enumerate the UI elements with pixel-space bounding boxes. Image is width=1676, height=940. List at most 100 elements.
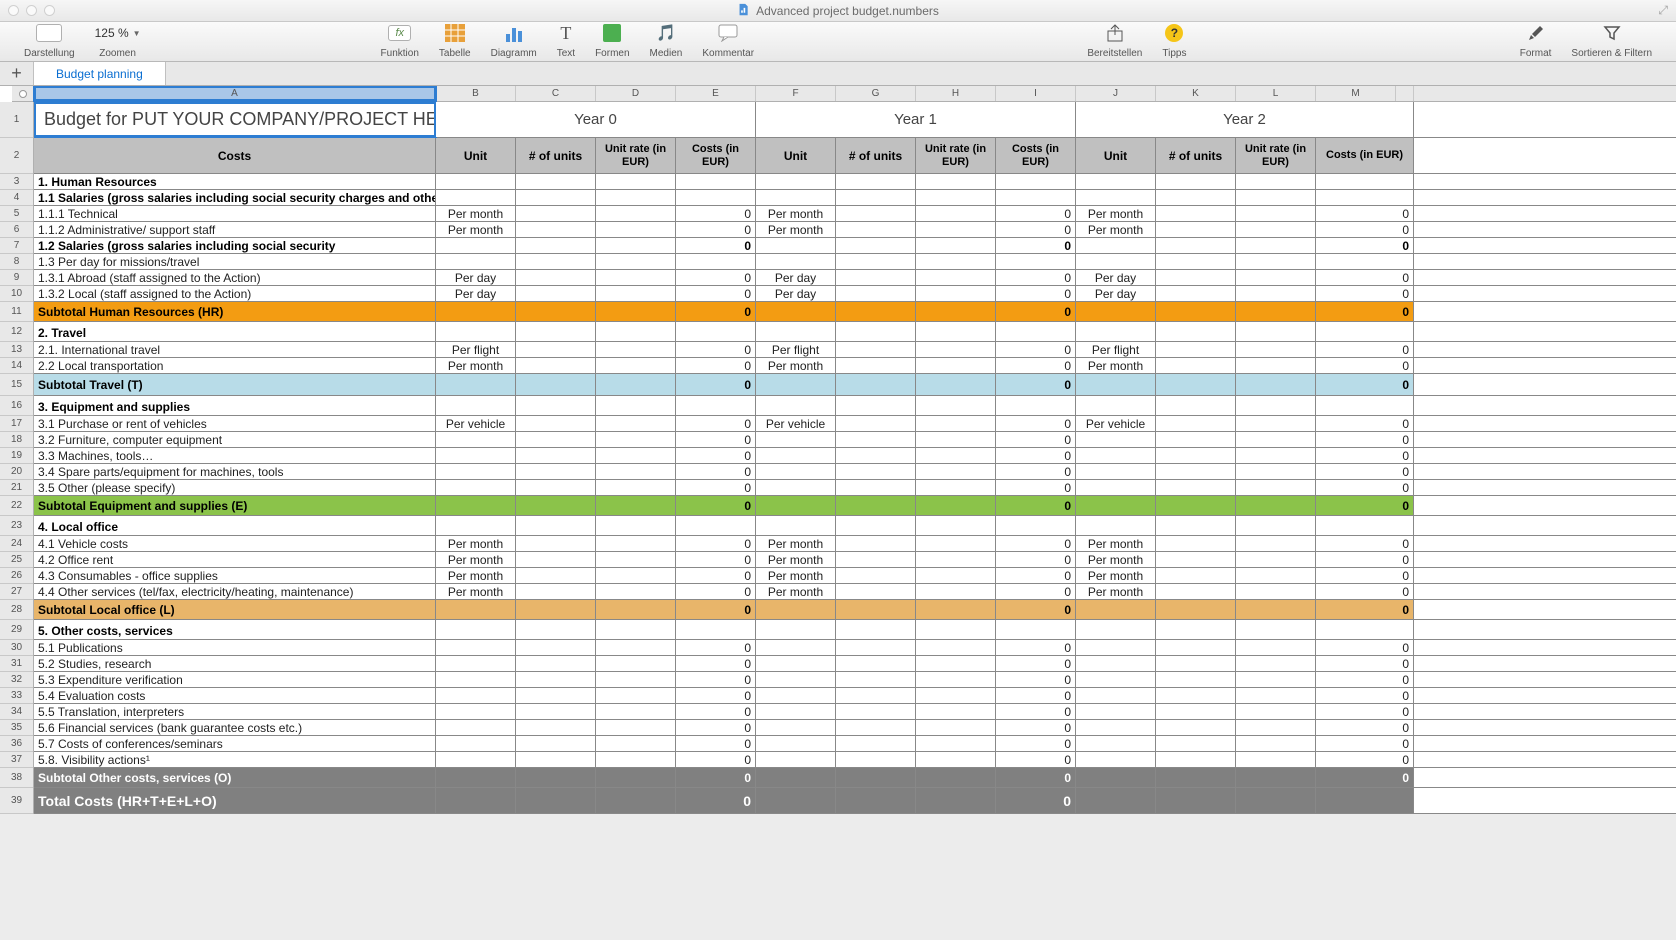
cell[interactable] xyxy=(516,238,596,253)
cell[interactable] xyxy=(436,656,516,671)
cell[interactable] xyxy=(1076,322,1156,341)
cell[interactable] xyxy=(916,432,996,447)
cell[interactable] xyxy=(836,552,916,567)
cell[interactable] xyxy=(756,720,836,735)
cell[interactable] xyxy=(1156,206,1236,221)
cell[interactable] xyxy=(1236,688,1316,703)
cell[interactable]: 2.2 Local transportation xyxy=(34,358,436,373)
col-header-G[interactable]: G xyxy=(836,86,916,101)
cell[interactable] xyxy=(1236,302,1316,321)
row-header-19[interactable]: 19 xyxy=(0,448,33,464)
cell[interactable] xyxy=(756,516,836,535)
cell[interactable] xyxy=(916,416,996,431)
cell[interactable] xyxy=(1156,342,1236,357)
row-header-4[interactable]: 4 xyxy=(0,190,33,206)
cell[interactable] xyxy=(516,788,596,813)
cell[interactable] xyxy=(596,516,676,535)
cell[interactable] xyxy=(676,322,756,341)
cell[interactable]: 0 xyxy=(1316,222,1414,237)
cell[interactable]: 0 xyxy=(1316,720,1414,735)
cell[interactable]: Per month xyxy=(756,536,836,551)
cell[interactable] xyxy=(836,238,916,253)
cell[interactable]: Costs (in EUR) xyxy=(1316,138,1414,173)
cell[interactable] xyxy=(756,464,836,479)
cell[interactable] xyxy=(596,480,676,495)
cell[interactable]: 0 xyxy=(676,672,756,687)
cell[interactable]: 0 xyxy=(1316,374,1414,395)
cell[interactable]: 0 xyxy=(1316,672,1414,687)
cell[interactable]: 0 xyxy=(676,568,756,583)
cell[interactable] xyxy=(1076,620,1156,639)
cell[interactable] xyxy=(596,238,676,253)
cell[interactable] xyxy=(1236,432,1316,447)
cell[interactable] xyxy=(1076,688,1156,703)
cell[interactable]: Year 2 xyxy=(1076,102,1414,137)
cell[interactable] xyxy=(1316,788,1414,813)
cell[interactable]: Per month xyxy=(436,358,516,373)
cell[interactable] xyxy=(1236,374,1316,395)
cell[interactable]: Subtotal Local office (L) xyxy=(34,600,436,619)
col-header-K[interactable]: K xyxy=(1156,86,1236,101)
cell[interactable] xyxy=(1076,448,1156,463)
cell[interactable] xyxy=(916,448,996,463)
cell[interactable] xyxy=(756,656,836,671)
cell[interactable] xyxy=(1236,672,1316,687)
cell[interactable]: 0 xyxy=(676,768,756,787)
cell[interactable] xyxy=(916,480,996,495)
cell[interactable] xyxy=(756,620,836,639)
cell[interactable] xyxy=(1156,416,1236,431)
cell[interactable] xyxy=(436,190,516,205)
cell[interactable]: Costs (in EUR) xyxy=(676,138,756,173)
cell[interactable] xyxy=(916,222,996,237)
cell[interactable] xyxy=(1236,190,1316,205)
cell[interactable]: 0 xyxy=(1316,270,1414,285)
cell[interactable] xyxy=(1156,640,1236,655)
cell[interactable]: 5.2 Studies, research xyxy=(34,656,436,671)
cell[interactable]: 1.3.2 Local (staff assigned to the Actio… xyxy=(34,286,436,301)
cell[interactable] xyxy=(436,736,516,751)
cell[interactable]: 0 xyxy=(1316,238,1414,253)
row-header-36[interactable]: 36 xyxy=(0,736,33,752)
cell[interactable]: 3.3 Machines, tools… xyxy=(34,448,436,463)
cell[interactable] xyxy=(1076,752,1156,767)
comment-button[interactable]: Kommentar xyxy=(692,21,764,61)
cell[interactable]: 0 xyxy=(1316,736,1414,751)
cell[interactable] xyxy=(436,640,516,655)
cell[interactable]: 0 xyxy=(996,342,1076,357)
cell[interactable] xyxy=(836,342,916,357)
cell[interactable] xyxy=(596,342,676,357)
cell[interactable] xyxy=(836,322,916,341)
cell[interactable]: Per vehicle xyxy=(1076,416,1156,431)
cell[interactable] xyxy=(1156,448,1236,463)
cell[interactable] xyxy=(1076,480,1156,495)
cell[interactable]: 0 xyxy=(996,416,1076,431)
cell[interactable] xyxy=(1076,254,1156,269)
cell[interactable] xyxy=(516,752,596,767)
cell[interactable] xyxy=(756,640,836,655)
row-header-16[interactable]: 16 xyxy=(0,396,33,416)
cell[interactable]: 0 xyxy=(996,448,1076,463)
view-button[interactable]: Darstellung xyxy=(14,21,85,61)
cell[interactable] xyxy=(836,374,916,395)
cell[interactable]: Year 0 xyxy=(436,102,756,137)
row-header-17[interactable]: 17 xyxy=(0,416,33,432)
zoom-window-icon[interactable] xyxy=(44,5,55,16)
cell[interactable] xyxy=(596,736,676,751)
cell[interactable]: 4.1 Vehicle costs xyxy=(34,536,436,551)
row-header-21[interactable]: 21 xyxy=(0,480,33,496)
cell[interactable] xyxy=(1236,222,1316,237)
cell[interactable] xyxy=(596,416,676,431)
cell[interactable] xyxy=(1236,238,1316,253)
cell[interactable] xyxy=(516,536,596,551)
row-header-24[interactable]: 24 xyxy=(0,536,33,552)
cell[interactable] xyxy=(836,174,916,189)
shapes-button[interactable]: Formen xyxy=(585,21,639,61)
cell[interactable]: 0 xyxy=(1316,496,1414,515)
cell[interactable]: 0 xyxy=(1316,584,1414,599)
cell[interactable]: 0 xyxy=(1316,416,1414,431)
cell[interactable] xyxy=(676,396,756,415)
cell[interactable] xyxy=(1076,302,1156,321)
cell[interactable] xyxy=(596,704,676,719)
cell[interactable]: 1.3 Per day for missions/travel xyxy=(34,254,436,269)
cell[interactable] xyxy=(756,432,836,447)
